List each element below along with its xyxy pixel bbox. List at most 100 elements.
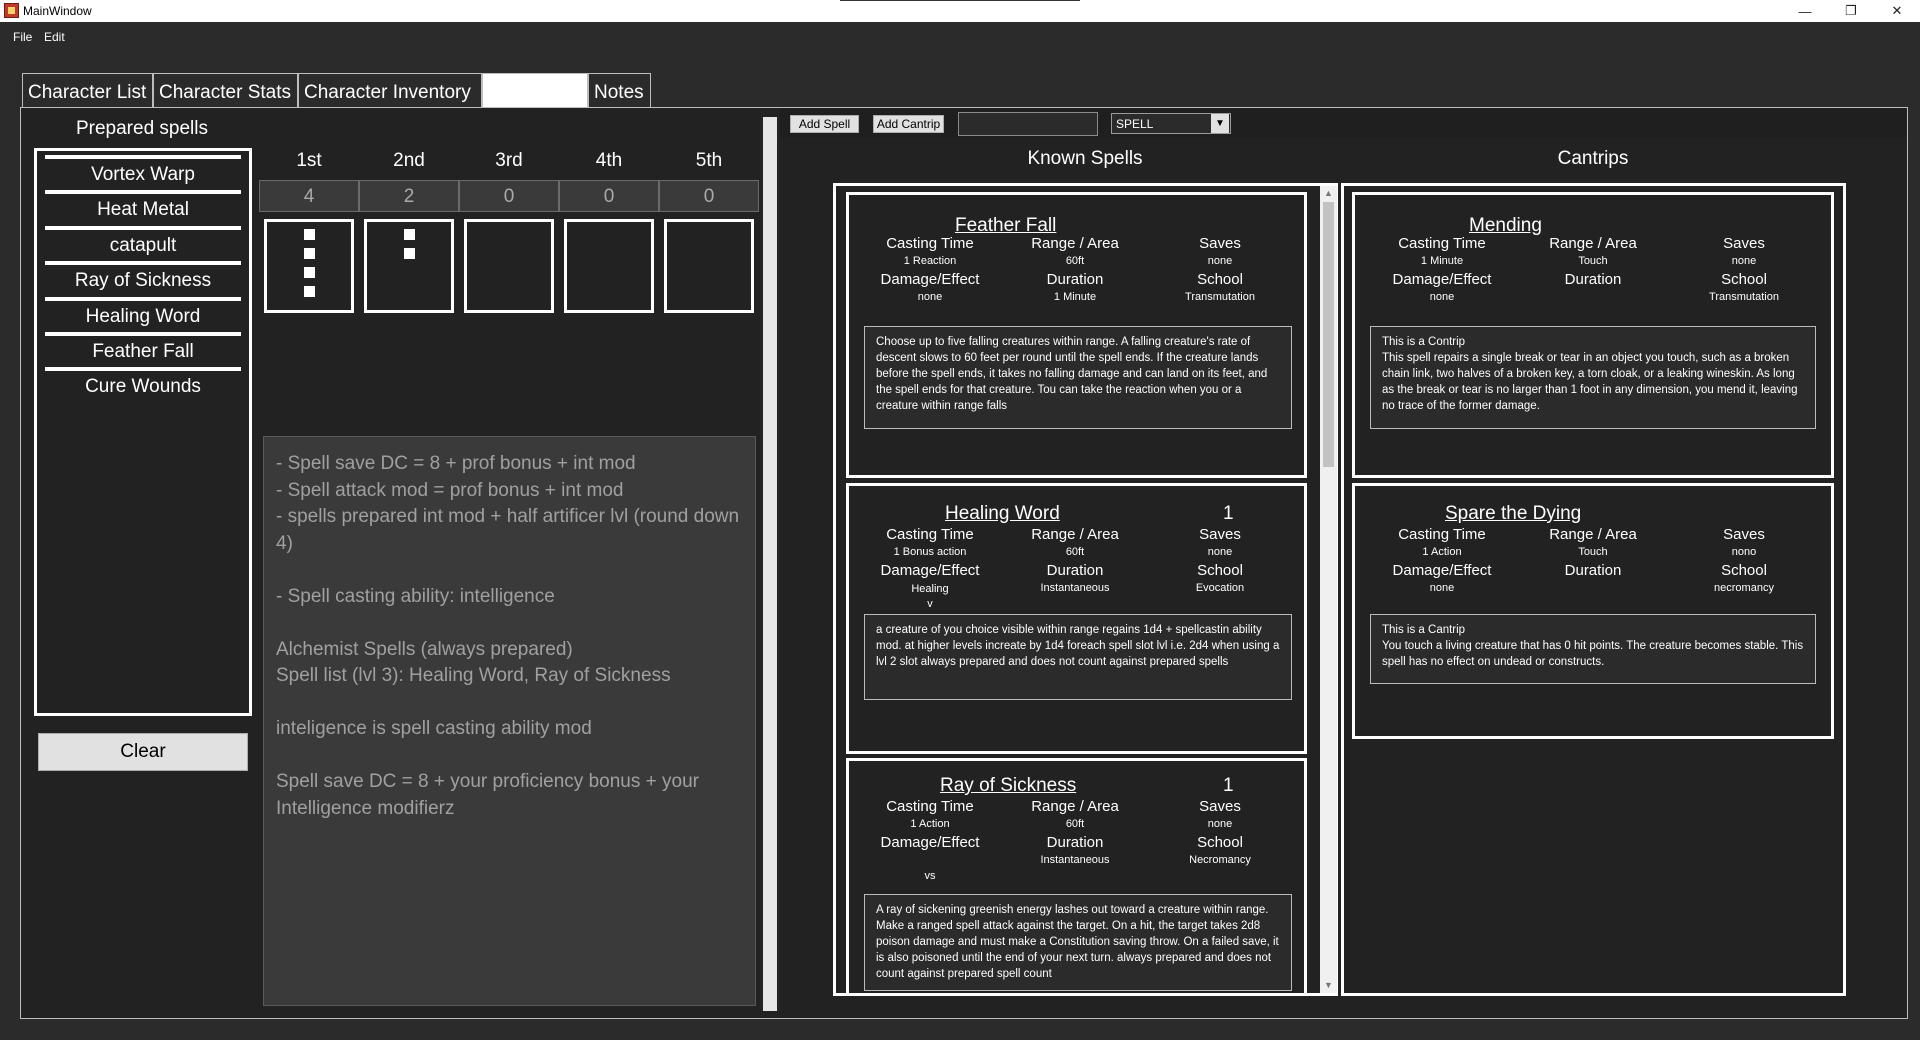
spell-description: A ray of sickening greenish energy lashe… xyxy=(864,894,1292,991)
prepared-spells-list[interactable]: Vortex Warp Heat Metal catapult Ray of S… xyxy=(34,148,252,716)
spell-name-input[interactable] xyxy=(958,112,1098,136)
casting-time-label: Casting Time xyxy=(1398,235,1486,252)
duration-label: Duration xyxy=(1564,562,1622,579)
damage-label: Damage/Effect xyxy=(880,562,980,579)
school-label: School xyxy=(1197,562,1243,579)
add-spell-button[interactable]: Add Spell xyxy=(790,115,859,133)
duration-label: Duration xyxy=(1046,562,1104,579)
prepared-spell-item[interactable]: Ray of Sickness xyxy=(45,261,241,299)
close-icon[interactable]: ✕ xyxy=(1874,0,1920,22)
school-value: necromancy xyxy=(1714,582,1774,594)
slot-pip xyxy=(404,248,415,259)
school-label: School xyxy=(1197,834,1243,851)
tab-character-stats[interactable]: Character Stats xyxy=(153,73,298,107)
cantrip-card[interactable]: Spare the Dying Casting Time Range / Are… xyxy=(1352,483,1834,739)
slot-count-field[interactable]: 4 xyxy=(259,180,359,212)
range-label: Range / Area xyxy=(1031,798,1119,815)
saves-value: nono xyxy=(1731,546,1757,558)
slot-pip xyxy=(404,229,415,240)
slot-count-field[interactable]: 0 xyxy=(659,180,759,212)
spell-name: Feather Fall xyxy=(955,215,1057,236)
duration-value: Instantaneous xyxy=(1040,582,1110,594)
prepared-spell-item[interactable]: Cure Wounds xyxy=(45,367,241,405)
prepared-spell-item[interactable]: Vortex Warp xyxy=(45,155,241,193)
slot-level-label: 2nd xyxy=(393,150,425,171)
damage-value: none xyxy=(1429,582,1455,594)
duration-value: 1 Minute xyxy=(1053,291,1097,303)
title-bar: MainWindow — ❐ ✕ xyxy=(0,0,1920,22)
slot-count-field[interactable]: 0 xyxy=(459,180,559,212)
chevron-down-icon[interactable]: ▼ xyxy=(1211,114,1229,133)
prepared-spells-title: Prepared spells xyxy=(75,118,209,139)
pane-splitter[interactable] xyxy=(763,117,777,1011)
spell-card[interactable]: Ray of Sickness 1 Casting Time Range / A… xyxy=(846,758,1307,993)
cantrips-list[interactable]: Mending Casting Time Range / Area Saves … xyxy=(1341,183,1846,996)
slot-tracker-box[interactable] xyxy=(664,219,754,313)
tab-character-inventory[interactable]: Character Inventory xyxy=(298,73,482,107)
slot-count-field[interactable]: 2 xyxy=(359,180,459,212)
scroll-down-icon[interactable]: ▼ xyxy=(1320,978,1337,993)
scroll-up-icon[interactable]: ▲ xyxy=(1320,186,1337,201)
prepared-spell-item[interactable]: catapult xyxy=(45,226,241,264)
damage-value: vs xyxy=(924,870,936,882)
range-value: Touch xyxy=(1578,546,1608,558)
slot-level-label: 1st xyxy=(296,150,322,171)
slot-tracker-box[interactable] xyxy=(464,219,554,313)
known-spells-list[interactable]: Feather Fall Casting Time Range / Area S… xyxy=(833,183,1338,996)
prepared-spell-item[interactable]: Heat Metal xyxy=(45,190,241,228)
school-label: School xyxy=(1197,271,1243,288)
cantrip-card[interactable]: Mending Casting Time Range / Area Saves … xyxy=(1352,192,1834,478)
spell-name: Healing Word xyxy=(945,503,1060,524)
casting-time-label: Casting Time xyxy=(886,798,974,815)
slot-pip xyxy=(304,248,315,259)
clear-button[interactable]: Clear xyxy=(38,733,248,771)
range-value: 60ft xyxy=(1065,818,1085,830)
prepared-spell-item[interactable]: Healing Word xyxy=(45,297,241,335)
duration-label: Duration xyxy=(1046,834,1104,851)
cantrips-heading: Cantrips xyxy=(1557,148,1629,169)
range-label: Range / Area xyxy=(1549,235,1637,252)
add-cantrip-button[interactable]: Add Cantrip xyxy=(873,115,944,133)
tab-character-list[interactable]: Character List xyxy=(22,73,153,107)
slot-tracker-box[interactable] xyxy=(564,219,654,313)
cantrip-name: Mending xyxy=(1469,215,1542,236)
tab-spells[interactable] xyxy=(482,73,588,107)
saves-value: none xyxy=(1207,255,1233,267)
range-value: 60ft xyxy=(1065,255,1085,267)
slot-level-label: 5th xyxy=(695,150,723,171)
casting-time-value: 1 Action xyxy=(910,818,950,830)
slot-level-label: 4th xyxy=(595,150,623,171)
prepared-spell-item[interactable]: Feather Fall xyxy=(45,332,241,370)
slot-pip xyxy=(304,286,315,297)
scrollbar-thumb[interactable] xyxy=(1323,202,1334,467)
menu-file[interactable]: File xyxy=(13,30,32,44)
spell-card[interactable]: Feather Fall Casting Time Range / Area S… xyxy=(846,192,1307,478)
slot-level-label: 3rd xyxy=(495,150,523,171)
slot-count-field[interactable]: 0 xyxy=(559,180,659,212)
slot-tracker-box[interactable] xyxy=(264,219,354,313)
restore-icon[interactable]: ❐ xyxy=(1828,0,1874,22)
spell-notes-text[interactable]: - Spell save DC = 8 + prof bonus + int m… xyxy=(263,436,756,1006)
saves-value: none xyxy=(1207,546,1233,558)
casting-time-label: Casting Time xyxy=(886,526,974,543)
spell-card[interactable]: Healing Word 1 Casting Time Range / Area… xyxy=(846,483,1307,754)
cantrip-description: This is a Contrip This spell repairs a s… xyxy=(1370,326,1816,429)
slot-tracker-box[interactable] xyxy=(364,219,454,313)
known-spells-heading: Known Spells xyxy=(1027,148,1143,169)
damage-label: Damage/Effect xyxy=(880,271,980,288)
range-label: Range / Area xyxy=(1549,526,1637,543)
window-title: MainWindow xyxy=(23,4,92,18)
spell-toolbar xyxy=(780,108,1906,138)
damage-label: Damage/Effect xyxy=(1392,562,1492,579)
saves-label: Saves xyxy=(1199,798,1241,815)
tab-notes[interactable]: Notes xyxy=(588,73,651,107)
menu-edit[interactable]: Edit xyxy=(44,30,65,44)
damage-value: none xyxy=(1429,291,1455,303)
minimize-icon[interactable]: — xyxy=(1782,0,1828,22)
range-value: 60ft xyxy=(1065,546,1085,558)
spell-level: 1 xyxy=(1223,503,1234,524)
menu-bar: File Edit xyxy=(0,22,1920,50)
saves-label: Saves xyxy=(1199,235,1241,252)
saves-label: Saves xyxy=(1723,526,1765,543)
casting-time-value: 1 Bonus action xyxy=(893,546,967,558)
